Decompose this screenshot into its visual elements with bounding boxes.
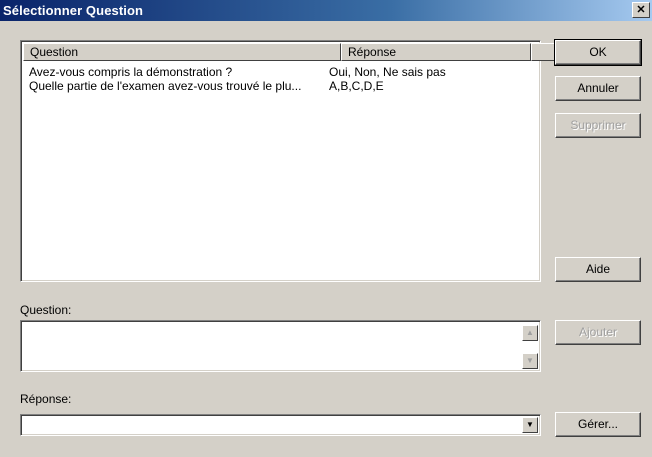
cancel-button[interactable]: Annuler (555, 76, 641, 101)
close-icon[interactable]: ✕ (632, 2, 650, 18)
delete-button[interactable]: Supprimer (555, 113, 641, 138)
scroll-down-icon[interactable]: ▼ (522, 353, 538, 369)
add-button[interactable]: Ajouter (555, 320, 641, 345)
dropdown-arrow-icon[interactable]: ▼ (522, 417, 538, 433)
title-bar: Sélectionner Question ✕ (0, 0, 652, 21)
question-field[interactable]: ▲ ▼ (20, 320, 541, 372)
question-list[interactable]: Question Réponse Avez-vous compris la dé… (20, 40, 560, 282)
help-button[interactable]: Aide (555, 257, 641, 282)
scroll-up-icon[interactable]: ▲ (522, 325, 538, 341)
column-header-answer[interactable]: Réponse (341, 43, 531, 61)
answer-label: Réponse: (20, 392, 72, 406)
cell-answer: A,B,C,D,E (329, 79, 384, 93)
answer-combobox[interactable]: ▼ (20, 414, 541, 436)
column-header-question[interactable]: Question (23, 43, 341, 61)
cell-question: Avez-vous compris la démonstration ? (29, 65, 233, 79)
question-label: Question: (20, 303, 72, 317)
ok-button[interactable]: OK (554, 39, 642, 66)
window-title: Sélectionner Question (3, 3, 144, 18)
cell-answer: Oui, Non, Ne sais pas (329, 65, 446, 79)
manage-button[interactable]: Gérer... (555, 412, 641, 437)
cell-question: Quelle partie de l'examen avez-vous trou… (29, 79, 302, 93)
